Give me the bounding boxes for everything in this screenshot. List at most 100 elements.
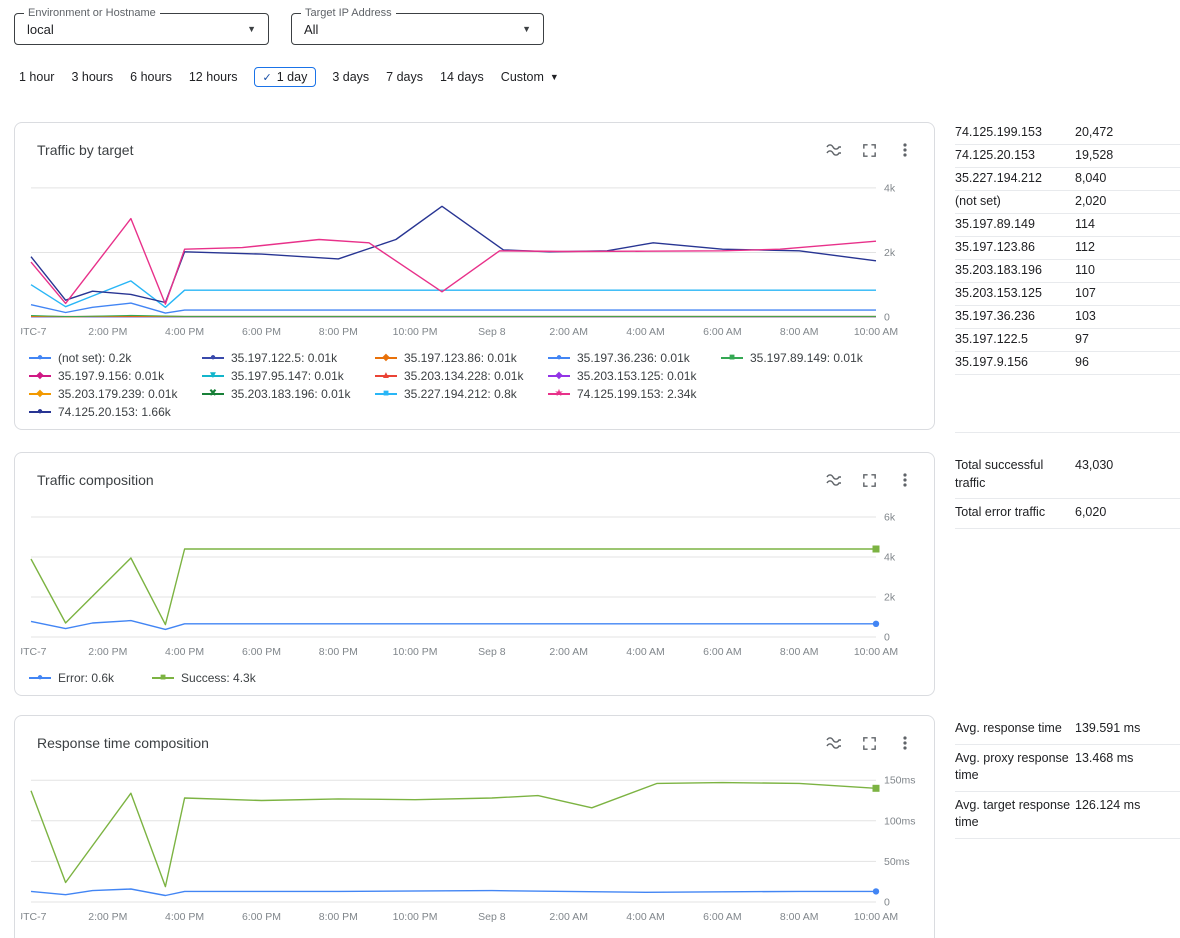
svg-text:Sep 8: Sep 8 bbox=[478, 646, 506, 658]
svg-text:6:00 AM: 6:00 AM bbox=[703, 326, 742, 338]
svg-text:2k: 2k bbox=[884, 247, 896, 259]
time-range-1-day[interactable]: ✓1 day bbox=[254, 67, 317, 87]
target-ip-select-value: All bbox=[304, 22, 522, 37]
legend-label: 35.197.36.236: 0.01k bbox=[577, 351, 690, 365]
table-row-value: 103 bbox=[1075, 309, 1180, 324]
time-range-label: 1 day bbox=[277, 70, 308, 84]
legend-item[interactable]: ●(not set): 0.2k bbox=[29, 351, 202, 365]
panel-title: Traffic composition bbox=[37, 472, 154, 488]
legend-label: (not set): 0.2k bbox=[58, 351, 131, 365]
legend-item[interactable]: ●74.125.20.153: 1.66k bbox=[29, 405, 202, 419]
legend-marker-icon: ● bbox=[29, 406, 51, 418]
more-options-icon[interactable] bbox=[896, 471, 914, 489]
legend-label: Error: 0.6k bbox=[58, 671, 114, 685]
svg-text:10:00 PM: 10:00 PM bbox=[393, 911, 438, 923]
svg-text:2:00 PM: 2:00 PM bbox=[88, 646, 127, 658]
time-range-7-days[interactable]: 7 days bbox=[385, 68, 424, 86]
time-range-12-hours[interactable]: 12 hours bbox=[188, 68, 239, 86]
time-range-1-hour[interactable]: 1 hour bbox=[18, 68, 55, 86]
svg-text:4:00 PM: 4:00 PM bbox=[165, 326, 204, 338]
legend-item[interactable]: ★74.125.199.153: 2.34k bbox=[548, 387, 721, 401]
environment-select[interactable]: Environment or Hostname local ▼ bbox=[14, 13, 269, 45]
legend-item[interactable]: ▼35.197.95.147: 0.01k bbox=[202, 369, 375, 383]
svg-text:4:00 AM: 4:00 AM bbox=[626, 911, 665, 923]
svg-text:2:00 PM: 2:00 PM bbox=[88, 911, 127, 923]
legend-label: 35.197.9.156: 0.01k bbox=[58, 369, 164, 383]
chart-style-icon[interactable] bbox=[825, 141, 843, 159]
chart-style-icon[interactable] bbox=[825, 734, 843, 752]
legend-item[interactable]: ●35.197.122.5: 0.01k bbox=[202, 351, 375, 365]
traffic-composition-legend: ●Error: 0.6k ■ Success: 4.3k bbox=[29, 671, 912, 685]
svg-text:6:00 PM: 6:00 PM bbox=[242, 911, 281, 923]
table-row: 35.197.36.236103 bbox=[955, 306, 1180, 329]
table-row-label: Avg. target response time bbox=[955, 797, 1075, 832]
time-range-label: Custom bbox=[501, 70, 544, 84]
legend-marker-icon: ▼ bbox=[202, 370, 224, 382]
time-range-14-days[interactable]: 14 days bbox=[439, 68, 485, 86]
legend-item[interactable]: ● 35.197.36.236: 0.01k bbox=[548, 351, 721, 365]
table-row: Avg. response time139.591 ms bbox=[955, 715, 1180, 745]
table-row-value: 6,020 bbox=[1075, 504, 1180, 522]
legend-label: 35.203.153.125: 0.01k bbox=[577, 369, 696, 383]
table-row-label: 74.125.20.153 bbox=[955, 148, 1075, 163]
caret-down-icon: ▼ bbox=[550, 72, 559, 82]
svg-text:8:00 PM: 8:00 PM bbox=[319, 326, 358, 338]
legend-item[interactable]: ■35.197.89.149: 0.01k bbox=[721, 351, 894, 365]
fullscreen-icon[interactable] bbox=[861, 734, 878, 752]
table-row: (not set)2,020 bbox=[955, 191, 1180, 214]
svg-text:UTC-7: UTC-7 bbox=[21, 646, 47, 658]
legend-item[interactable]: ■35.227.194.212: 0.8k bbox=[375, 387, 548, 401]
time-range-custom[interactable]: Custom ▼ bbox=[500, 68, 560, 86]
svg-text:4:00 AM: 4:00 AM bbox=[626, 646, 665, 658]
panel-toolbar bbox=[825, 734, 914, 752]
table-row-value: 8,040 bbox=[1075, 171, 1180, 186]
svg-text:6:00 AM: 6:00 AM bbox=[703, 911, 742, 923]
svg-text:6:00 PM: 6:00 PM bbox=[242, 646, 281, 658]
svg-text:6k: 6k bbox=[884, 512, 896, 524]
legend-item[interactable]: ◆35.197.123.86: 0.01k bbox=[375, 351, 548, 365]
chart-style-icon[interactable] bbox=[825, 471, 843, 489]
fullscreen-icon[interactable] bbox=[861, 141, 878, 159]
response-time-composition-chart[interactable]: 050ms100ms150msUTC-72:00 PM4:00 PM6:00 P… bbox=[21, 762, 924, 933]
legend-label: Success: 4.3k bbox=[181, 671, 256, 685]
legend-item[interactable]: ◆35.203.179.239: 0.01k bbox=[29, 387, 202, 401]
legend-marker-icon: ▲ bbox=[375, 370, 397, 382]
legend-item[interactable]: ◆35.203.153.125: 0.01k bbox=[548, 369, 721, 383]
environment-select-label: Environment or Hostname bbox=[24, 7, 160, 19]
legend-marker-icon: ■ bbox=[152, 672, 174, 684]
legend-label: 35.197.89.149: 0.01k bbox=[750, 351, 863, 365]
table-row-label: 35.203.153.125 bbox=[955, 286, 1075, 301]
time-range-3-hours[interactable]: 3 hours bbox=[70, 68, 114, 86]
more-options-icon[interactable] bbox=[896, 734, 914, 752]
traffic-by-target-chart[interactable]: 02k4kUTC-72:00 PM4:00 PM6:00 PM8:00 PM10… bbox=[21, 169, 924, 348]
table-row-label: Avg. response time bbox=[955, 720, 1075, 738]
response-time-averages-table: Avg. response time139.591 ms Avg. proxy r… bbox=[955, 715, 1180, 839]
legend-item[interactable]: ◆35.197.9.156: 0.01k bbox=[29, 369, 202, 383]
legend-item[interactable]: ●Error: 0.6k bbox=[29, 671, 114, 685]
table-row-label: Avg. proxy response time bbox=[955, 750, 1075, 785]
svg-text:2:00 AM: 2:00 AM bbox=[549, 326, 588, 338]
legend-item[interactable]: ✖35.203.183.196: 0.01k bbox=[202, 387, 375, 401]
svg-text:8:00 AM: 8:00 AM bbox=[780, 911, 819, 923]
legend-label: 35.197.122.5: 0.01k bbox=[231, 351, 337, 365]
fullscreen-icon[interactable] bbox=[861, 471, 878, 489]
time-range-6-hours[interactable]: 6 hours bbox=[129, 68, 173, 86]
traffic-composition-chart[interactable]: 02k4k6kUTC-72:00 PM4:00 PM6:00 PM8:00 PM… bbox=[21, 499, 924, 668]
svg-text:8:00 AM: 8:00 AM bbox=[780, 646, 819, 658]
dashboard-content: Traffic by target 02k4kUTC-72:00 PM4:00 … bbox=[14, 122, 1180, 938]
target-ip-select[interactable]: Target IP Address All ▼ bbox=[291, 13, 544, 45]
legend-item[interactable]: ■ Success: 4.3k bbox=[152, 671, 256, 685]
more-options-icon[interactable] bbox=[896, 141, 914, 159]
table-row: 74.125.199.15320,472 bbox=[955, 122, 1180, 145]
svg-text:4k: 4k bbox=[884, 552, 896, 564]
legend-item[interactable]: ▲35.203.134.228: 0.01k bbox=[375, 369, 548, 383]
svg-text:0: 0 bbox=[884, 897, 890, 909]
legend-marker-icon: ■ bbox=[375, 388, 397, 400]
svg-text:10:00 AM: 10:00 AM bbox=[854, 646, 898, 658]
time-range-label: 12 hours bbox=[189, 70, 238, 84]
table-row-value: 112 bbox=[1075, 240, 1180, 255]
time-range-3-days[interactable]: 3 days bbox=[331, 68, 370, 86]
table-row: Avg. target response time126.124 ms bbox=[955, 792, 1180, 839]
svg-text:2:00 PM: 2:00 PM bbox=[88, 326, 127, 338]
legend-marker-icon: ● bbox=[548, 352, 570, 364]
